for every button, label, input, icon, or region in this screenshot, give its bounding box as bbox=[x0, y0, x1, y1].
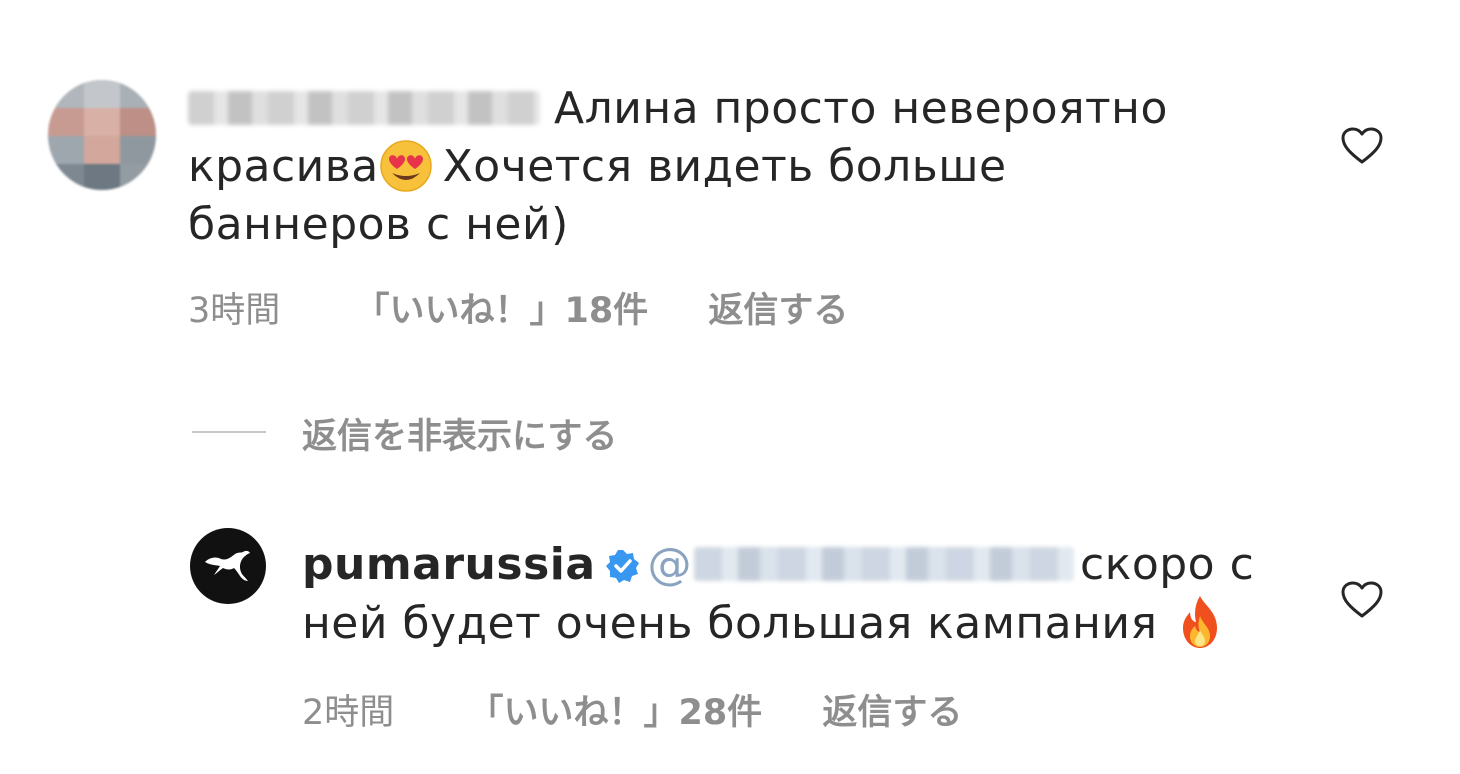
reply-text: pumarussia @ скоро с ней будет очень больш… bbox=[302, 536, 1262, 653]
heart-eyes-emoji-icon bbox=[379, 140, 432, 192]
hide-replies-button[interactable]: 返信を非表示にする bbox=[302, 408, 617, 459]
fire-emoji-icon bbox=[1183, 596, 1218, 648]
mention-at-sign: @ bbox=[647, 539, 693, 590]
like-heart-icon[interactable] bbox=[1340, 126, 1384, 166]
comment-thread: Алина просто невероятно красива Хочется в… bbox=[0, 0, 1460, 774]
redacted-mention bbox=[694, 547, 1075, 581]
like-heart-icon[interactable] bbox=[1340, 580, 1384, 620]
reply-username[interactable]: pumarussia bbox=[302, 539, 596, 590]
reply-meta: 2時間 「いいね！」28件 返信する bbox=[302, 684, 962, 735]
comment-text-line3: баннеров с ней) bbox=[188, 199, 569, 250]
puma-logo-icon bbox=[205, 550, 250, 581]
comment-meta: 3時間 「いいね！」18件 返信する bbox=[188, 282, 848, 333]
comment-text-line2b: Хочется видеть больше bbox=[442, 141, 1007, 192]
reply-button[interactable]: 返信する bbox=[822, 684, 962, 735]
redacted-username bbox=[188, 91, 540, 125]
comment-text-line1: Алина просто невероятно bbox=[554, 83, 1168, 134]
comment-timestamp[interactable]: 3時間 bbox=[188, 282, 280, 333]
reply-timestamp[interactable]: 2時間 bbox=[302, 684, 394, 735]
comment-likes-count[interactable]: 「いいね！」18件 bbox=[354, 282, 648, 333]
comment-text: Алина просто невероятно красива Хочется в… bbox=[188, 80, 1268, 254]
reply-likes-count[interactable]: 「いいね！」28件 bbox=[468, 684, 762, 735]
pumarussia-avatar[interactable] bbox=[190, 528, 266, 604]
replies-divider bbox=[192, 431, 266, 433]
comment-text-line2a: красива bbox=[188, 141, 379, 192]
reply-button[interactable]: 返信する bbox=[708, 282, 848, 333]
reply-text-part1: скоро с bbox=[1080, 539, 1255, 590]
reply-text-part2: ней будет очень большая кампания bbox=[302, 598, 1158, 649]
commenter-avatar[interactable] bbox=[48, 80, 156, 190]
verified-badge-icon bbox=[605, 550, 639, 583]
